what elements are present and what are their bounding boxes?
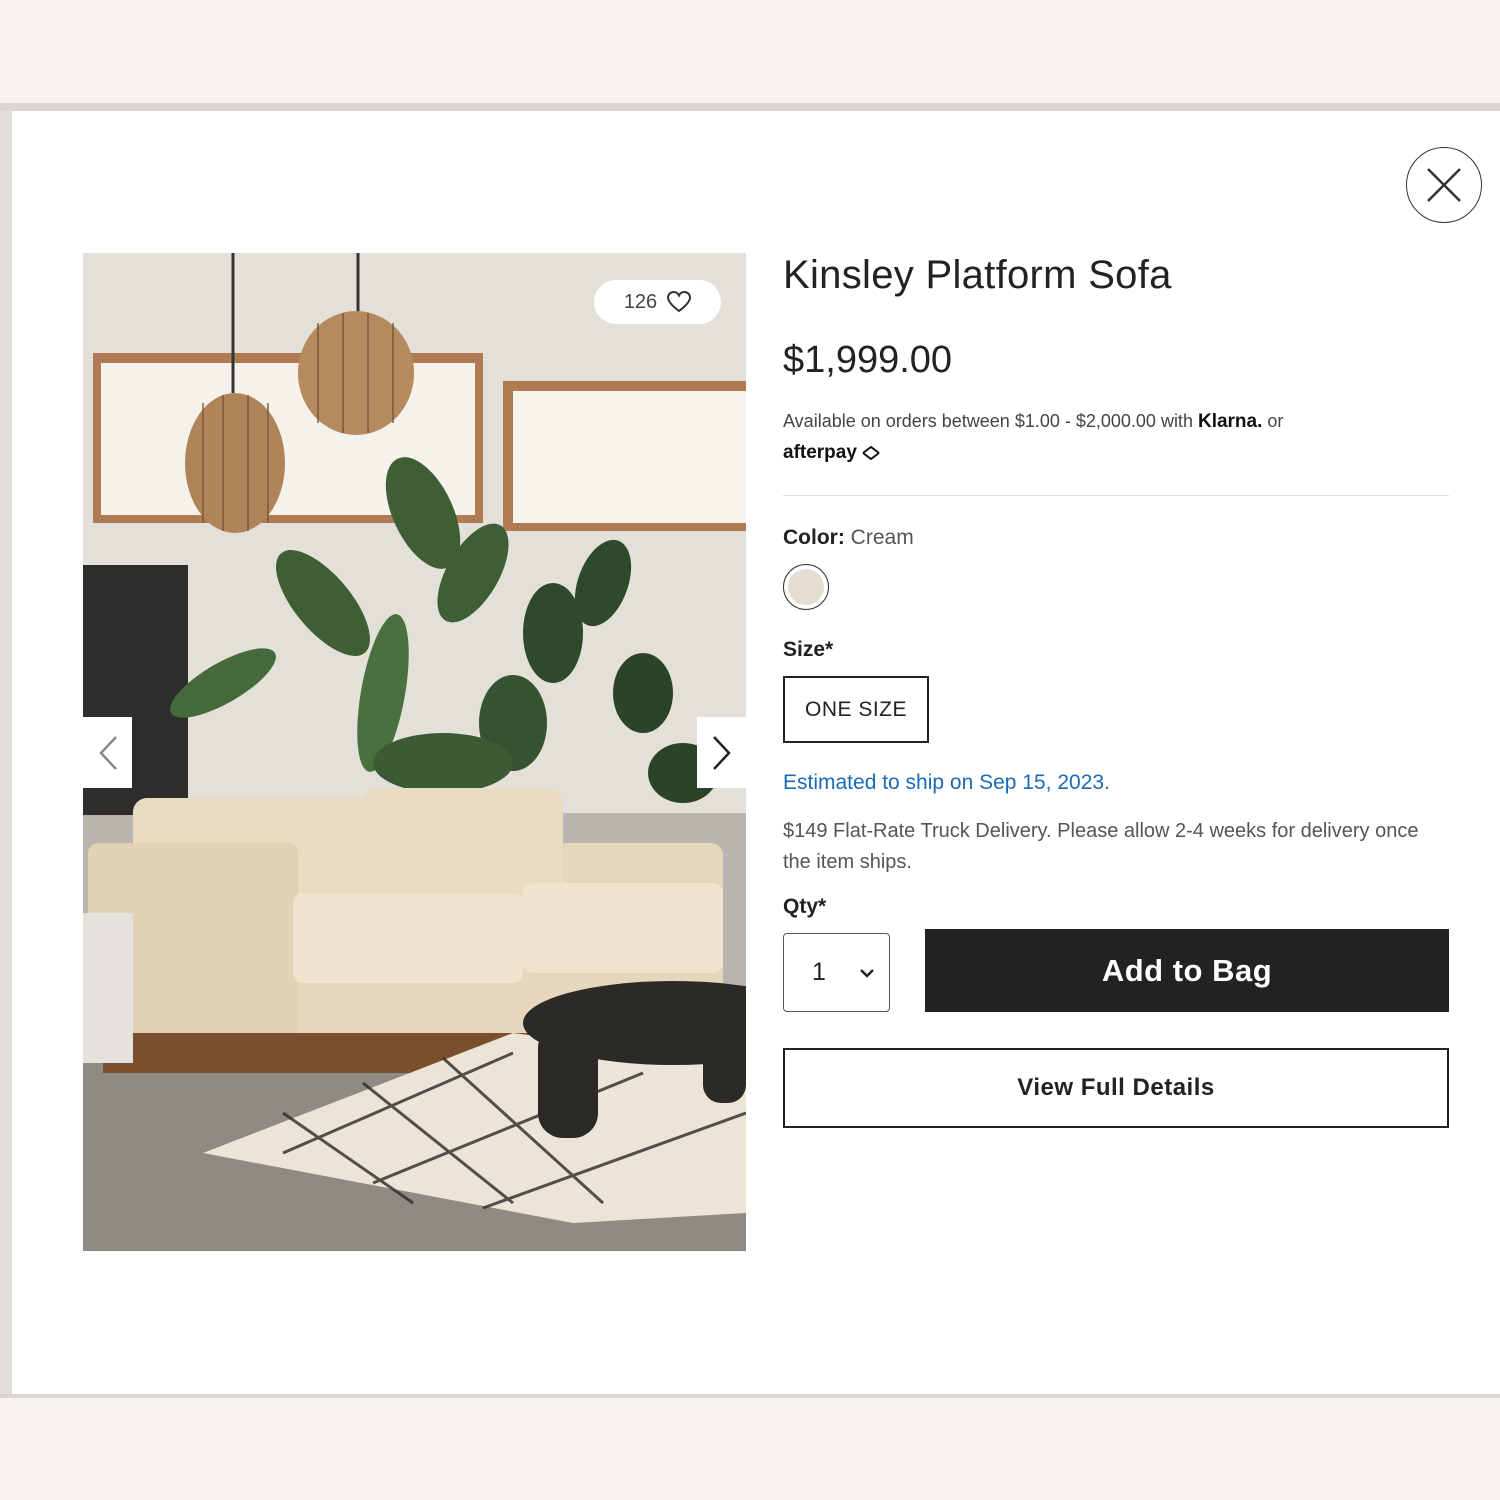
background-page-strip bbox=[0, 103, 1500, 111]
chevron-left-icon bbox=[98, 735, 117, 770]
color-value: Cream bbox=[850, 526, 914, 549]
delivery-info: $149 Flat-Rate Truck Delivery. Please al… bbox=[783, 820, 1419, 873]
afterpay-logo[interactable]: afterpay bbox=[783, 442, 883, 464]
product-image: 126 bbox=[83, 253, 746, 1251]
background-page-strip bbox=[0, 1394, 1500, 1398]
background-page-strip bbox=[0, 111, 12, 1394]
chevron-down-icon bbox=[860, 968, 874, 978]
color-label: Color: bbox=[783, 526, 845, 549]
afterpay-label: afterpay bbox=[783, 442, 857, 463]
color-selector-label: Color: Cream bbox=[783, 526, 914, 550]
quick-view-modal: 126 Kinsley Platform Sofa $1,999.00 Avai… bbox=[12, 111, 1500, 1394]
klarna-logo[interactable]: Klarna. bbox=[1198, 411, 1262, 432]
quantity-select[interactable]: 1 bbox=[783, 933, 890, 1012]
payment-text: Available on orders between $1.00 - $2,0… bbox=[783, 411, 1193, 431]
view-full-details-button[interactable]: View Full Details bbox=[783, 1048, 1449, 1128]
size-option-button[interactable]: ONE SIZE bbox=[783, 676, 929, 743]
product-title: Kinsley Platform Sofa bbox=[783, 253, 1172, 297]
product-price: $1,999.00 bbox=[783, 339, 953, 381]
close-button[interactable] bbox=[1406, 147, 1482, 223]
close-icon bbox=[1427, 168, 1461, 202]
qty-label: Qty* bbox=[783, 895, 827, 918]
sofa-room-photo bbox=[83, 253, 746, 1251]
swatch-fill bbox=[788, 569, 824, 605]
likes-count: 126 bbox=[623, 290, 658, 313]
add-to-bag-button[interactable]: Add to Bag bbox=[925, 929, 1449, 1012]
afterpay-icon bbox=[862, 445, 880, 461]
payment-options: Available on orders between $1.00 - $2,0… bbox=[783, 411, 1283, 433]
ship-estimate: Estimated to ship on Sep 15, 2023. bbox=[783, 771, 1110, 794]
color-swatch-cream[interactable] bbox=[783, 564, 829, 610]
chevron-right-icon bbox=[712, 735, 731, 770]
quantity-value: 1 bbox=[812, 958, 826, 986]
next-image-button[interactable] bbox=[697, 717, 746, 788]
previous-image-button[interactable] bbox=[83, 717, 132, 788]
size-label: Size* bbox=[783, 638, 834, 661]
divider bbox=[783, 495, 1449, 496]
likes-button[interactable]: 126 bbox=[594, 280, 721, 324]
payment-or: or bbox=[1267, 411, 1284, 431]
heart-icon bbox=[667, 291, 692, 313]
